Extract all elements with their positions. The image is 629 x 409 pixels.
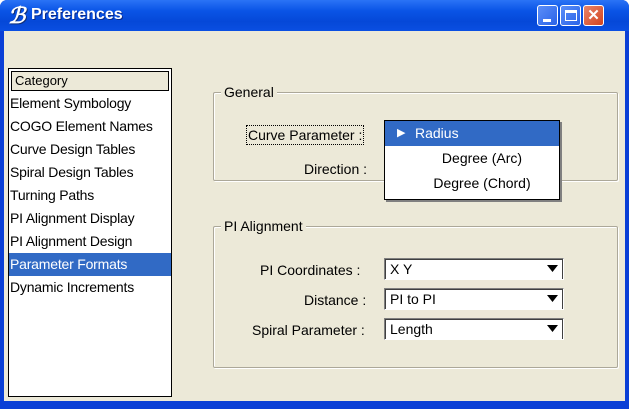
category-item[interactable]: COGO Element Names	[9, 115, 171, 138]
category-list[interactable]: Element Symbology COGO Element Names Curve…	[9, 92, 171, 299]
curve-parameter-option-label: Degree (Arc)	[441, 150, 523, 166]
curve-parameter-option[interactable]: ▶ Radius	[385, 121, 559, 146]
chevron-down-icon[interactable]	[543, 289, 563, 309]
window-title: Preferences	[31, 6, 123, 23]
minimize-icon	[543, 19, 551, 22]
general-legend: General	[221, 84, 277, 100]
category-item[interactable]: PI Alignment Design	[9, 230, 171, 253]
curve-parameter-popup-menu[interactable]: ▶ Radius Degree (Arc) Degree (Chord)	[384, 120, 560, 200]
spiral-parameter-value: Length	[390, 321, 433, 337]
distance-value: PI to PI	[390, 291, 436, 307]
window-bottom-border	[0, 401, 629, 409]
curve-parameter-option[interactable]: Degree (Arc)	[385, 146, 559, 171]
chevron-down-icon[interactable]	[543, 259, 563, 279]
pi-coordinates-dropdown[interactable]: X Y	[384, 258, 564, 280]
close-icon: ✕	[587, 7, 600, 24]
category-header[interactable]: Category	[11, 71, 169, 91]
maximize-icon	[565, 10, 577, 21]
direction-label: Direction :	[304, 161, 368, 177]
pi-alignment-legend: PI Alignment	[221, 218, 306, 234]
category-item[interactable]: PI Alignment Display	[9, 207, 171, 230]
chevron-down-icon[interactable]	[543, 319, 563, 339]
category-item[interactable]: Dynamic Increments	[9, 276, 171, 299]
curve-parameter-option[interactable]: Degree (Chord)	[385, 171, 559, 196]
category-item[interactable]: Turning Paths	[9, 184, 171, 207]
selected-marker-icon: ▶	[397, 127, 406, 139]
pi-coordinates-value: X Y	[390, 261, 413, 277]
maximize-button[interactable]	[560, 5, 581, 26]
distance-label: Distance :	[304, 292, 367, 308]
category-item[interactable]: Curve Design Tables	[9, 138, 171, 161]
pi-coordinates-label: PI Coordinates :	[260, 262, 361, 278]
category-item[interactable]: Spiral Design Tables	[9, 161, 171, 184]
category-item[interactable]: Parameter Formats	[9, 253, 171, 276]
app-icon: ℬ	[8, 3, 26, 29]
minimize-button[interactable]	[537, 5, 558, 26]
title-bar[interactable]: ℬ Preferences ✕	[0, 0, 629, 31]
category-panel: Category Element Symbology COGO Element N…	[8, 68, 172, 397]
spiral-parameter-dropdown[interactable]: Length	[384, 318, 564, 340]
dialog-body: Category Element Symbology COGO Element N…	[4, 31, 625, 409]
curve-parameter-option-label: Degree (Chord)	[433, 175, 531, 191]
curve-parameter-option-label: Radius	[415, 125, 459, 141]
distance-dropdown[interactable]: PI to PI	[384, 288, 564, 310]
close-button[interactable]: ✕	[583, 5, 604, 26]
category-item[interactable]: Element Symbology	[9, 92, 171, 115]
preferences-window: ℬ Preferences ✕ Category Element Symbolo…	[0, 0, 629, 409]
curve-parameter-label: Curve Parameter :	[245, 125, 365, 145]
spiral-parameter-label: Spiral Parameter :	[252, 322, 365, 338]
